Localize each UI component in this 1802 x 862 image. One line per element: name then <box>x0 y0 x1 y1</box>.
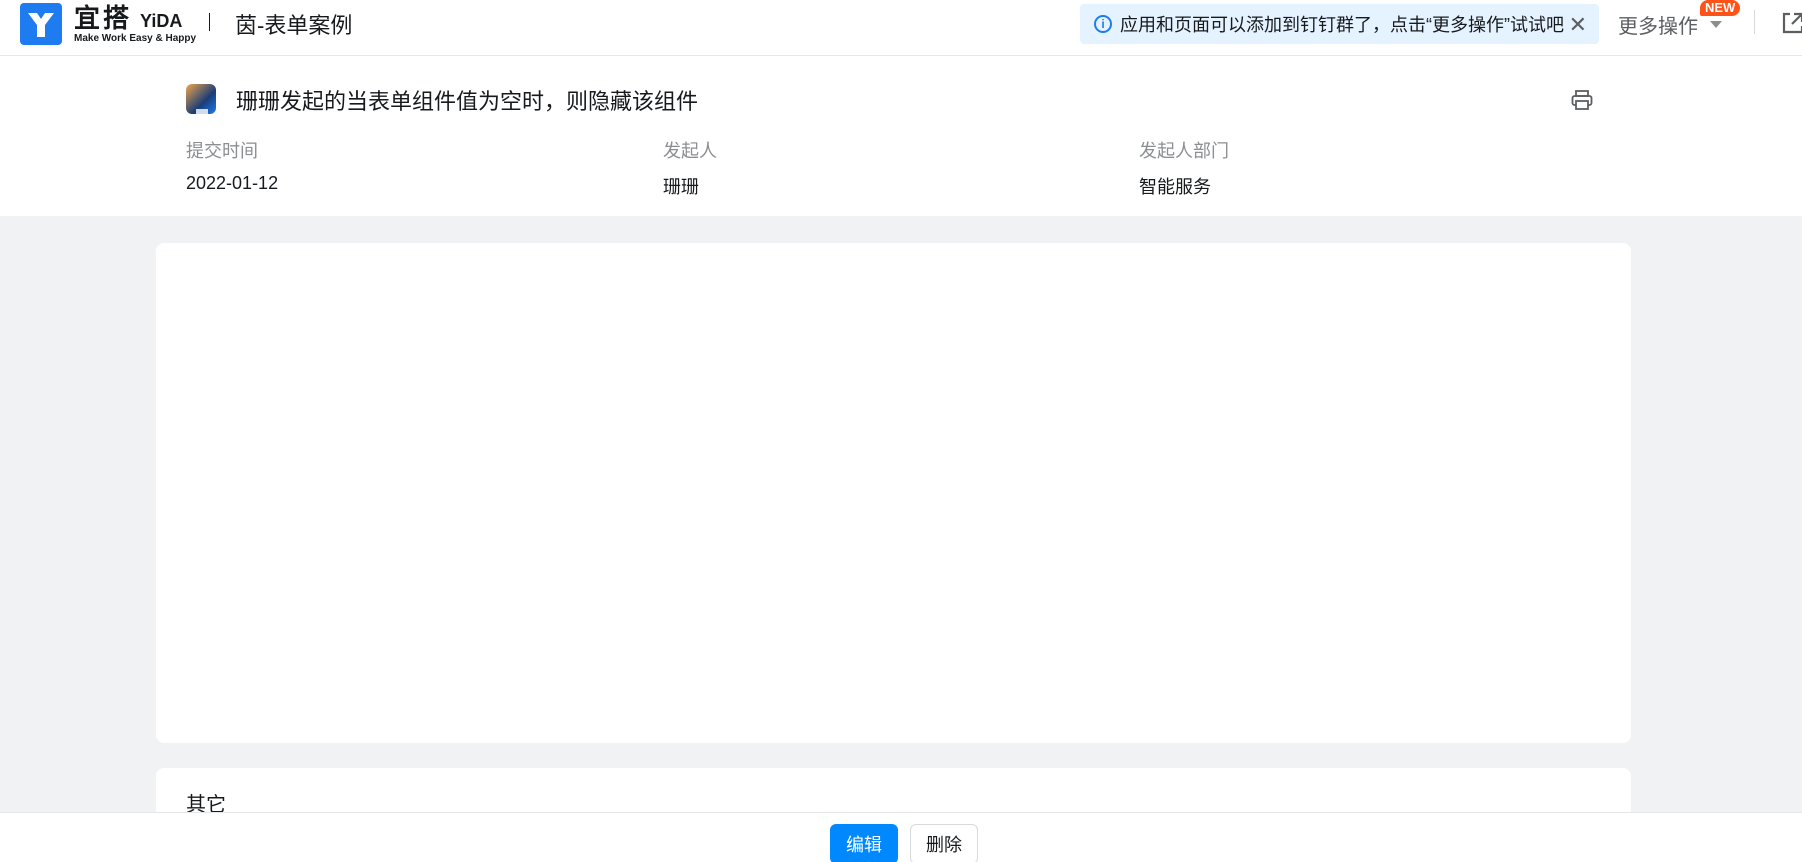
ding-group-tip: i 应用和页面可以添加到钉钉群了，点击“更多操作”试试吧 ✕ <box>1080 4 1599 44</box>
delete-button[interactable]: 删除 <box>910 824 978 862</box>
more-operations-label: 更多操作 <box>1618 16 1698 38</box>
edit-button[interactable]: 编辑 <box>830 824 898 862</box>
form-content-card <box>156 243 1631 743</box>
record-info-panel: 珊珊发起的当表单组件值为空时，则隐藏该组件 提交时间 2022-01-12 发起… <box>0 56 1802 216</box>
print-icon[interactable] <box>1570 88 1594 112</box>
share-icon[interactable] <box>1780 10 1802 36</box>
meta-initiator: 发起人 珊珊 <box>663 137 717 199</box>
yida-logo-icon <box>20 3 62 45</box>
logo-slogan: Make Work Easy & Happy <box>74 32 197 44</box>
new-badge: NEW <box>1700 0 1741 16</box>
tip-close-icon[interactable]: ✕ <box>1569 12 1587 38</box>
meta-department: 发起人部门 智能服务 <box>1139 137 1229 199</box>
meta-submit-time: 提交时间 2022-01-12 <box>186 137 278 194</box>
app-title[interactable]: 茵-表单案例 <box>235 8 352 40</box>
footer-action-bar: 编辑 删除 <box>0 812 1802 862</box>
meta-value: 智能服务 <box>1139 177 1211 197</box>
top-bar: 宜搭 YiDA Make Work Easy & Happy 茵-表单案例 i … <box>0 0 1802 56</box>
record-title: 珊珊发起的当表单组件值为空时，则隐藏该组件 <box>236 89 699 114</box>
logo-cn-text: 宜搭 <box>74 2 133 33</box>
caret-down-icon <box>1710 21 1722 28</box>
meta-label: 发起人部门 <box>1139 141 1229 161</box>
meta-value: 2022-01-12 <box>186 173 279 193</box>
logo-en-text: YiDA <box>140 10 183 31</box>
tip-text: 应用和页面可以添加到钉钉群了，点击“更多操作”试试吧 <box>1120 15 1564 35</box>
yida-logo[interactable]: 宜搭 YiDA Make Work Easy & Happy <box>20 2 196 46</box>
header-divider <box>209 13 210 31</box>
info-icon: i <box>1094 15 1112 33</box>
page: 宜搭 YiDA Make Work Easy & Happy 茵-表单案例 i … <box>0 0 1802 862</box>
header-separator <box>1754 10 1755 34</box>
meta-label: 提交时间 <box>186 141 258 161</box>
avatar <box>186 84 216 114</box>
meta-value: 珊珊 <box>663 177 699 197</box>
meta-label: 发起人 <box>663 141 717 161</box>
